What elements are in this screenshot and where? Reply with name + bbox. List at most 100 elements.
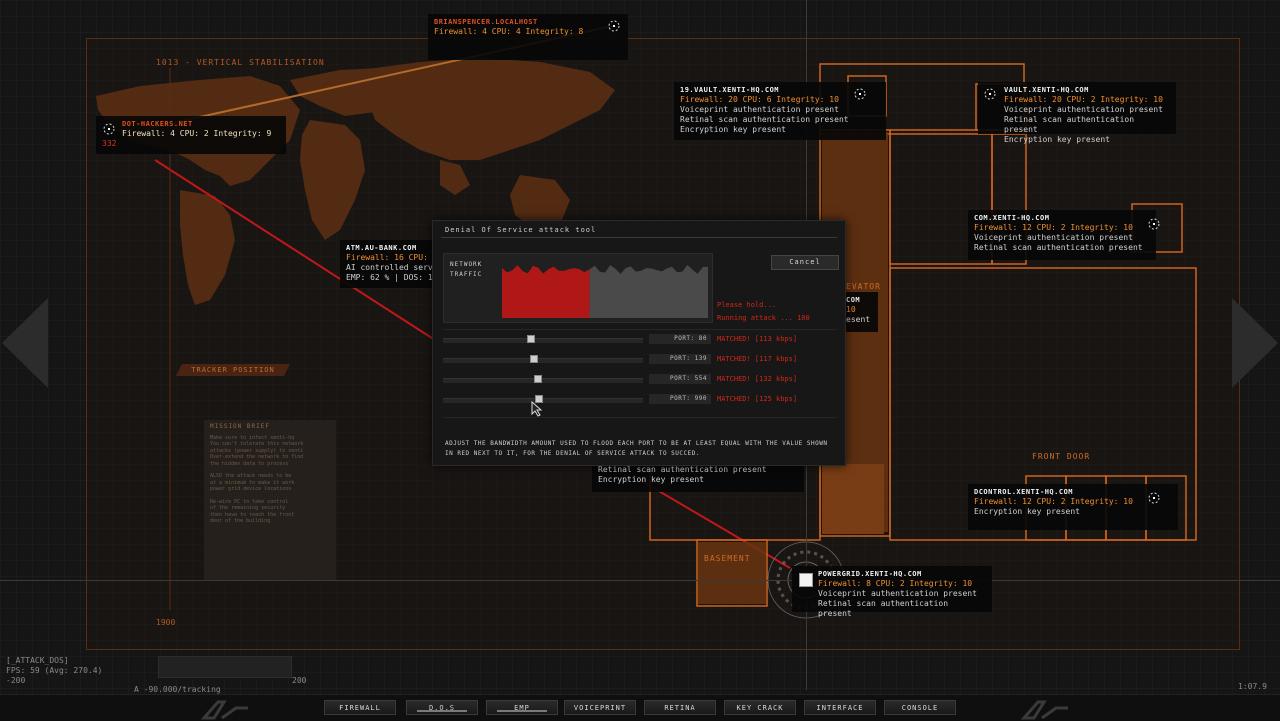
- bandwidth-slider-track[interactable]: [443, 338, 643, 343]
- bandwidth-slider-handle[interactable]: [530, 355, 539, 363]
- year-label-bottom: 1900: [156, 618, 176, 627]
- node-line: Encryption key present: [974, 507, 1080, 516]
- target-icon[interactable]: [101, 121, 117, 137]
- title-divider: [441, 237, 837, 238]
- status-hold: Please hold...: [717, 301, 777, 309]
- button-label: KEY CRACK: [736, 704, 784, 712]
- target-icon[interactable]: [982, 86, 998, 102]
- traffic-idle-area: [589, 265, 708, 318]
- divider: [443, 329, 837, 330]
- node-host: BRIANSPENCER.LOCALHOST: [434, 18, 538, 26]
- button-label: FIREWALL: [339, 704, 381, 712]
- basement-label: BASEMENT: [704, 554, 751, 563]
- crosshair-horizontal: [0, 580, 1280, 581]
- scale-min: -200: [6, 676, 26, 685]
- scale-bar: [158, 656, 292, 678]
- port-row: PORT: 990: [443, 394, 711, 404]
- node-stats: Firewall: 12 CPU: 2 Integrity: 10: [974, 223, 1133, 232]
- timer: 1:07.9: [1238, 682, 1267, 691]
- port-label: PORT: 80: [649, 334, 711, 344]
- node-host: 19.VAULT.XENTI-HQ.COM: [680, 86, 780, 94]
- port-row: PORT: 139: [443, 354, 711, 364]
- mission-brief-panel: MISSION BRIEF Make sure to infect xenti-…: [204, 420, 336, 580]
- node-powergrid[interactable]: POWERGRID.XENTI-HQ.COM Firewall: 8 CPU: …: [792, 566, 992, 618]
- node-atm[interactable]: ATM.AU-BANK.COM Firewall: 16 CPU: 6 AI c…: [340, 240, 444, 288]
- emp-tool-button[interactable]: EMP: [486, 700, 558, 715]
- bandwidth-slider-track[interactable]: [443, 358, 643, 363]
- node-host: VAULT.XENTI-HQ.COM: [1004, 86, 1089, 94]
- retina-tool-button[interactable]: RETINA: [644, 700, 716, 715]
- powergrid-selected-icon[interactable]: [799, 573, 813, 587]
- node-line: AI controlled serve: [346, 263, 438, 272]
- key-crack-tool-button[interactable]: KEY CRACK: [724, 700, 796, 715]
- port-label: PORT: 554: [649, 374, 711, 384]
- node-vault[interactable]: VAULT.XENTI-HQ.COM Firewall: 20 CPU: 2 I…: [978, 82, 1176, 144]
- tracker-position-button[interactable]: TRACKER POSITION: [176, 364, 290, 376]
- node-hidden[interactable]: Retinal scan authentication present Encr…: [592, 462, 804, 492]
- console-tool-button[interactable]: CONSOLE: [884, 700, 956, 715]
- network-traffic-panel: NETWORK TRAFFIC: [443, 253, 713, 323]
- dialog-title: Denial Of Service attack tool: [445, 226, 597, 234]
- fps-readout: FPS: 59 (Avg: 270.4): [6, 666, 103, 675]
- button-label: INTERFACE: [816, 704, 864, 712]
- game-logo-right: [1020, 700, 1068, 720]
- dos-tool-button[interactable]: D.O.S: [406, 700, 478, 715]
- interface-tool-button[interactable]: INTERFACE: [804, 700, 876, 715]
- node-brianspencer[interactable]: BRIANSPENCER.LOCALHOST Firewall: 4 CPU: …: [428, 14, 628, 60]
- node-host: COM: [846, 296, 861, 304]
- bandwidth-slider-handle[interactable]: [534, 375, 543, 383]
- port-row: PORT: 80: [443, 334, 711, 344]
- node-line: Retinal scan authentication present: [598, 465, 767, 474]
- node-stats: Firewall: 8 CPU: 2 Integrity: 10: [818, 579, 973, 588]
- node-com[interactable]: COM.XENTI-HQ.COM Firewall: 12 CPU: 2 Int…: [968, 210, 1156, 260]
- status-running: Running attack ... 100: [717, 314, 810, 322]
- node-stats: Firewall: 20 CPU: 6 Integrity: 10: [680, 95, 839, 104]
- node-host: DOT-HACKERS.NET: [122, 120, 193, 128]
- divider: [443, 417, 837, 418]
- target-icon[interactable]: [606, 18, 622, 34]
- port-row: PORT: 554: [443, 374, 711, 384]
- mouse-cursor-icon: [531, 401, 543, 417]
- node-line: Retinal scan authentication present: [1004, 115, 1135, 134]
- node-dot-hackers[interactable]: DOT-HACKERS.NET Firewall: 4 CPU: 2 Integ…: [96, 116, 286, 154]
- node-line: Voiceprint authentication present: [1004, 105, 1163, 114]
- node-stats: Firewall: 20 CPU: 2 Integrity: 10: [1004, 95, 1163, 104]
- game-logo-left: [200, 700, 248, 720]
- attack-label: [_ATTACK_DOS]: [6, 656, 69, 665]
- node-line: Encryption key present: [1004, 135, 1110, 144]
- node-elevator[interactable]: COM 10 esent: [842, 292, 878, 332]
- port-label: PORT: 139: [649, 354, 711, 364]
- pan-left-arrow-icon[interactable]: [2, 298, 48, 388]
- bandwidth-slider-track[interactable]: [443, 378, 643, 383]
- node-line: Retinal scan authentication present: [680, 115, 849, 124]
- node-stats: Firewall: 16 CPU: 6: [346, 253, 438, 262]
- button-label: CONSOLE: [901, 704, 939, 712]
- node-line: EMP: 62 % | DOS: 1: [346, 273, 433, 282]
- pan-right-arrow-icon[interactable]: [1232, 298, 1278, 388]
- target-icon[interactable]: [1146, 216, 1162, 232]
- port-label: PORT: 990: [649, 394, 711, 404]
- node-line: Encryption key present: [598, 475, 704, 484]
- button-label: VOICEPRINT: [573, 704, 627, 712]
- node-line: Voiceprint authentication present: [974, 233, 1133, 242]
- target-icon[interactable]: [852, 86, 868, 102]
- elevator-label: EVATOR: [846, 282, 881, 291]
- tool-bar: [0, 694, 1280, 721]
- firewall-tool-button[interactable]: FIREWALL: [324, 700, 396, 715]
- node-stats: 10: [846, 305, 856, 314]
- node-line: Voiceprint authentication present: [818, 589, 977, 598]
- node-line: Retinal scan authentication present: [818, 599, 949, 618]
- node-host: COM.XENTI-HQ.COM: [974, 214, 1050, 222]
- node-host: DCONTROL.XENTI-HQ.COM: [974, 488, 1074, 496]
- port-match-status: MATCHED! [113 kbps]: [717, 335, 798, 343]
- node-stats: Firewall: 12 CPU: 2 Integrity: 10: [974, 497, 1133, 506]
- bandwidth-slider-handle[interactable]: [527, 335, 536, 343]
- port-match-status: MATCHED! [125 kbps]: [717, 395, 798, 403]
- target-icon[interactable]: [1146, 490, 1162, 506]
- cancel-button[interactable]: Cancel: [771, 255, 839, 270]
- active-underline: [417, 710, 467, 712]
- port-match-status: MATCHED! [117 kbps]: [717, 355, 798, 363]
- traffic-attack-area: [502, 265, 590, 318]
- voiceprint-tool-button[interactable]: VOICEPRINT: [564, 700, 636, 715]
- scale-max: 200: [292, 676, 307, 685]
